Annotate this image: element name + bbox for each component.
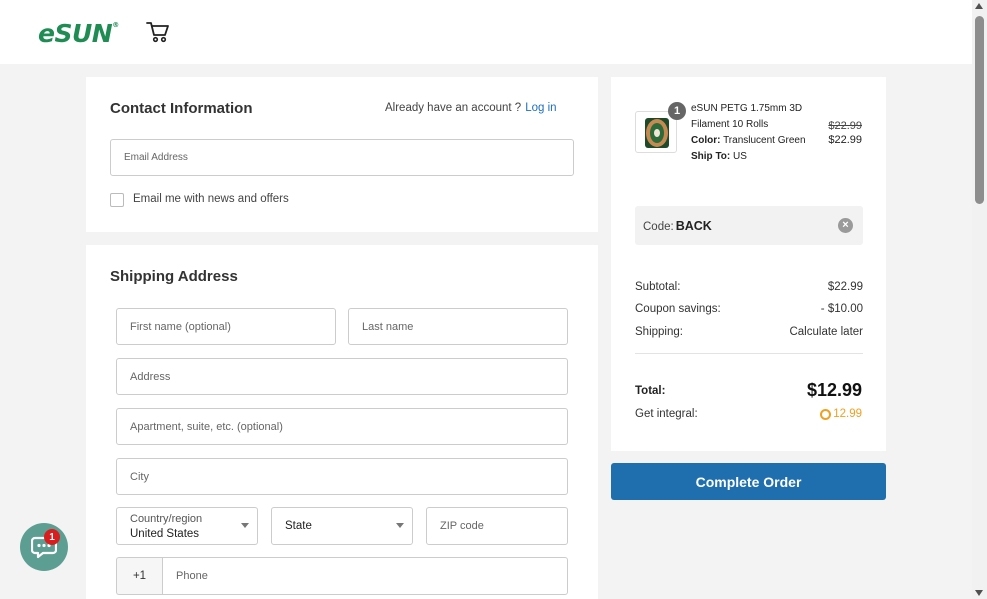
apartment-field[interactable]: Apartment, suite, etc. (optional) (116, 408, 568, 445)
esun-logo[interactable]: eSUN® (38, 19, 119, 48)
chat-widget-button[interactable] (20, 523, 68, 571)
coupon-label-text: Code: (643, 221, 674, 233)
state-select[interactable]: State (271, 507, 413, 545)
phone-country-code[interactable]: +1 (116, 557, 162, 595)
shipping-value: Calculate later (789, 326, 863, 338)
phone-field[interactable]: Phone (162, 557, 568, 595)
zip-placeholder: ZIP code (440, 520, 484, 532)
coupon-code: BACK (675, 219, 712, 233)
order-summary-card: 1 eSUN PETG 1.75mm 3D Filament 10 Rolls … (611, 77, 886, 451)
coupon-savings-row: Coupon savings: - $10.00 (635, 303, 863, 315)
shipping-label: Shipping: (635, 326, 683, 338)
original-price: $22.99 (828, 120, 862, 132)
contact-information-card: Contact Information Already have an acco… (86, 77, 598, 232)
scroll-up-arrow-icon[interactable] (975, 3, 983, 9)
summary-divider (635, 353, 863, 354)
scroll-thumb[interactable] (975, 16, 984, 204)
newsletter-checkbox[interactable] (110, 193, 124, 207)
product-color: Color: Translucent Green (691, 135, 806, 146)
email-field[interactable]: Email Address (110, 139, 574, 176)
country-value: United States (130, 528, 200, 540)
ship-to-label: Ship To: (691, 151, 731, 162)
ship-to-value: US (733, 151, 747, 162)
last-name-placeholder: Last name (362, 320, 414, 333)
coupon-savings-label: Coupon savings: (635, 303, 721, 315)
total-label: Total: (635, 385, 666, 397)
country-select[interactable]: Country/region United States (116, 507, 258, 545)
chevron-down-icon (241, 523, 249, 528)
state-label: State (285, 520, 312, 532)
close-icon[interactable]: × (838, 218, 853, 233)
first-name-placeholder: First name (optional) (130, 320, 231, 333)
shipping-title: Shipping Address (110, 268, 238, 285)
page-scrollbar[interactable] (972, 0, 987, 599)
last-name-field[interactable]: Last name (348, 308, 568, 345)
complete-order-button[interactable]: Complete Order (611, 463, 886, 500)
coupon-label: Code: BACK (643, 219, 712, 233)
chat-notification-badge: 1 (44, 529, 60, 545)
product-ship-to: Ship To: US (691, 151, 747, 162)
subtotal-label: Subtotal: (635, 281, 681, 293)
integral-label: Get integral: (635, 408, 698, 420)
apartment-placeholder: Apartment, suite, etc. (optional) (130, 420, 283, 433)
cart-icon[interactable] (146, 21, 170, 43)
subtotal-row: Subtotal: $22.99 (635, 281, 863, 293)
coupon-savings-value: - $10.00 (820, 303, 863, 315)
quantity-badge: 1 (668, 102, 686, 120)
city-field[interactable]: City (116, 458, 568, 495)
city-placeholder: City (130, 470, 149, 483)
top-bar: eSUN® (0, 0, 972, 64)
first-name-field[interactable]: First name (optional) (116, 308, 336, 345)
shipping-row: Shipping: Calculate later (635, 326, 863, 338)
login-link[interactable]: Log in (525, 102, 556, 114)
product-name: eSUN PETG 1.75mm 3D Filament 10 Rolls (691, 103, 803, 130)
integral-value: 12.99 (820, 408, 862, 420)
phone-placeholder: Phone (176, 570, 208, 582)
shipping-address-card: Shipping Address First name (optional) L… (86, 245, 598, 599)
total-value: $12.99 (806, 380, 862, 400)
coin-icon (820, 408, 832, 420)
contact-title: Contact Information (110, 100, 253, 117)
zip-field[interactable]: ZIP code (426, 507, 568, 545)
chevron-down-icon (396, 523, 404, 528)
integral-amount: 12.99 (833, 408, 862, 420)
subtotal-value: $22.99 (827, 281, 863, 293)
account-prompt: Already have an account ? Log in (385, 102, 557, 114)
account-prompt-text: Already have an account ? (385, 102, 522, 114)
color-value: Translucent Green (723, 135, 806, 146)
address-field[interactable]: Address (116, 358, 568, 395)
applied-coupon: Code: BACK × (635, 206, 863, 245)
scroll-down-arrow-icon[interactable] (975, 590, 983, 596)
country-label: Country/region (130, 513, 203, 525)
color-label: Color: (691, 135, 721, 146)
item-price: $22.99 (828, 134, 862, 146)
email-placeholder: Email Address (124, 152, 188, 163)
newsletter-label: Email me with news and offers (133, 193, 289, 205)
address-placeholder: Address (130, 370, 171, 383)
